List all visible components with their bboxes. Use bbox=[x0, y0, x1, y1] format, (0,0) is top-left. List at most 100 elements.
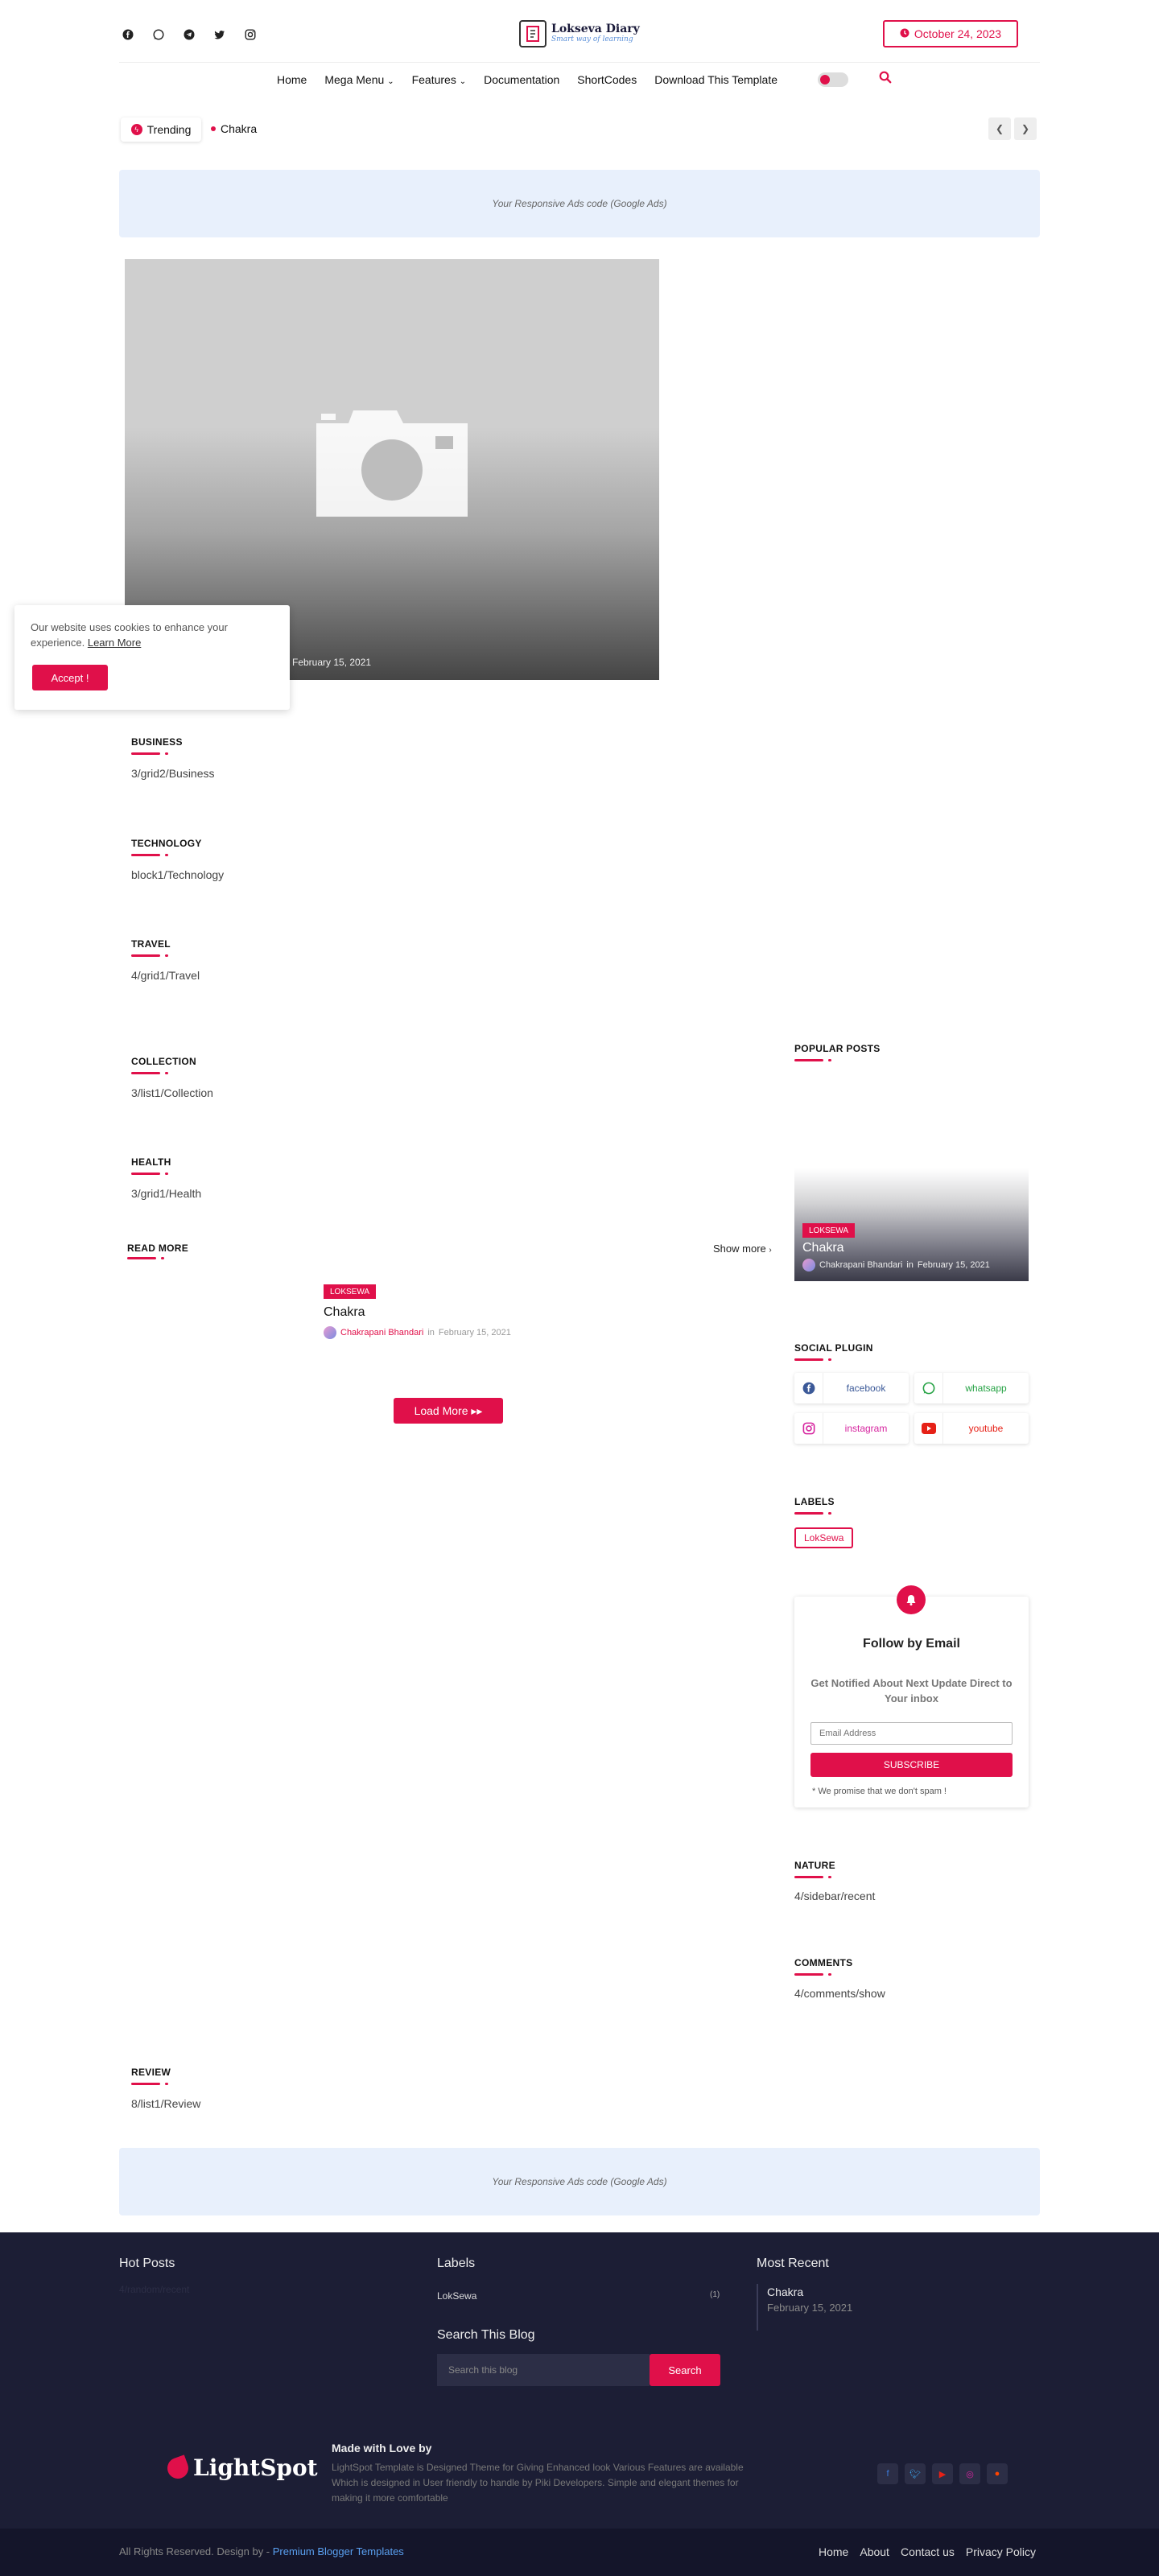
trending-label: Trending bbox=[146, 123, 192, 136]
site-logo[interactable]: Lokseva Diary Smart way of learning bbox=[519, 19, 640, 48]
search-icon[interactable] bbox=[879, 71, 892, 88]
section-underline bbox=[131, 1173, 168, 1175]
featured-date: February 15, 2021 bbox=[292, 657, 372, 668]
social-whatsapp-button[interactable]: whatsapp bbox=[914, 1373, 1029, 1403]
footer-label-item[interactable]: LokSewa bbox=[437, 2290, 476, 2302]
chevron-down-icon: ⌄ bbox=[387, 77, 394, 86]
avatar bbox=[324, 1326, 336, 1339]
footer-logo[interactable]: LightSpot bbox=[164, 2454, 318, 2482]
section-underline bbox=[131, 954, 168, 957]
telegram-icon[interactable] bbox=[180, 26, 198, 43]
footer-recent-post[interactable]: Chakra bbox=[767, 2285, 803, 2298]
social-instagram-button[interactable]: instagram bbox=[794, 1413, 909, 1444]
popular-posts-title: POPULAR POSTS bbox=[794, 1043, 881, 1054]
social-facebook-button[interactable]: facebook bbox=[794, 1373, 909, 1403]
nav-home[interactable]: Home bbox=[277, 73, 307, 86]
trending-item[interactable]: Chakra bbox=[211, 122, 257, 135]
nav-shortcodes[interactable]: ShortCodes bbox=[577, 73, 637, 86]
post-in: in bbox=[427, 1328, 435, 1337]
facebook-icon[interactable] bbox=[119, 26, 137, 43]
footer-search-input[interactable]: Search this blog bbox=[437, 2354, 650, 2386]
site-tagline: Smart way of learning bbox=[551, 35, 633, 43]
post-author[interactable]: Chakrapani Bhandari bbox=[340, 1328, 423, 1337]
bottom-links: Home About Contact us Privacy Policy bbox=[819, 2545, 1036, 2558]
ad-banner-bottom: Your Responsive Ads code (Google Ads) bbox=[119, 2148, 1040, 2215]
load-more-button[interactable]: Load More ▸▸ bbox=[394, 1398, 503, 1424]
section-title-review: REVIEW bbox=[131, 2067, 171, 2078]
facebook-icon[interactable]: f bbox=[877, 2463, 898, 2484]
section-underline bbox=[131, 1072, 168, 1074]
nav-documentation[interactable]: Documentation bbox=[484, 73, 559, 86]
ad-text: Your Responsive Ads code (Google Ads) bbox=[492, 198, 667, 209]
section-title-health: HEALTH bbox=[131, 1156, 171, 1168]
cookie-notice: Our website uses cookies to enhance your… bbox=[14, 605, 290, 710]
comments-title: COMMENTS bbox=[794, 1957, 853, 1968]
footer-recent-date: February 15, 2021 bbox=[767, 2302, 853, 2314]
subscribe-button[interactable]: SUBSCRIBE bbox=[810, 1753, 1013, 1777]
ad-banner-top: Your Responsive Ads code (Google Ads) bbox=[119, 170, 1040, 237]
dark-mode-toggle[interactable] bbox=[818, 72, 848, 87]
footer-search-button[interactable]: Search bbox=[650, 2354, 720, 2386]
youtube-icon bbox=[914, 1413, 943, 1444]
trending-arrows: ❮ ❯ bbox=[988, 117, 1037, 140]
cookie-accept-button[interactable]: Accept ! bbox=[32, 665, 108, 690]
nav-mega-menu[interactable]: Mega Menu ⌄ bbox=[324, 73, 394, 86]
show-more-link[interactable]: Show more › bbox=[713, 1243, 772, 1255]
social-youtube-label: youtube bbox=[968, 1423, 1004, 1434]
post-category-tag[interactable]: LOKSEWA bbox=[324, 1284, 377, 1299]
post-meta: Chakrapani Bhandari in February 15, 2021 bbox=[324, 1326, 511, 1339]
popular-post-title[interactable]: Chakra bbox=[802, 1241, 844, 1255]
ad-text: Your Responsive Ads code (Google Ads) bbox=[492, 2176, 667, 2187]
site-title: Lokseva Diary bbox=[551, 23, 640, 35]
copyright-text: All Rights Reserved. Design by - bbox=[119, 2545, 273, 2557]
clock-icon bbox=[900, 27, 909, 40]
instagram-icon[interactable] bbox=[241, 26, 259, 43]
footer-labels-title: Labels bbox=[437, 2257, 476, 2270]
twitter-icon[interactable] bbox=[211, 26, 229, 43]
section-text-collection: 3/list1/Collection bbox=[131, 1086, 213, 1099]
section-title-collection: COLLECTION bbox=[131, 1056, 196, 1067]
chevron-right-icon[interactable]: ❯ bbox=[1014, 117, 1037, 140]
footer-hot-posts-text: 4/random/recent bbox=[119, 2284, 190, 2295]
trending-badge: ϟ Trending bbox=[121, 117, 201, 142]
read-more-title: READ MORE bbox=[127, 1243, 189, 1254]
twitter-icon[interactable]: 🐦︎ bbox=[905, 2463, 926, 2484]
section-underline bbox=[794, 1059, 831, 1061]
section-underline bbox=[794, 1358, 831, 1361]
popular-post-author[interactable]: Chakrapani Bhandari bbox=[819, 1260, 902, 1270]
avatar bbox=[802, 1259, 815, 1272]
youtube-icon[interactable]: ▶ bbox=[932, 2463, 953, 2484]
bottom-link-home[interactable]: Home bbox=[819, 2545, 848, 2558]
recent-divider bbox=[757, 2284, 758, 2331]
social-plugin-title: SOCIAL PLUGIN bbox=[794, 1342, 873, 1354]
chevron-left-icon[interactable]: ❮ bbox=[988, 117, 1011, 140]
popular-post-tag[interactable]: LOKSEWA bbox=[802, 1223, 856, 1238]
social-youtube-button[interactable]: youtube bbox=[914, 1413, 1029, 1444]
header-social-links bbox=[119, 26, 259, 43]
instagram-icon bbox=[794, 1413, 823, 1444]
social-whatsapp-label: whatsapp bbox=[965, 1383, 1007, 1394]
whatsapp-icon[interactable] bbox=[150, 26, 167, 43]
footer-brand: LightSpot bbox=[193, 2454, 318, 2481]
post-title[interactable]: Chakra bbox=[324, 1305, 365, 1320]
reddit-icon[interactable]: ● bbox=[987, 2463, 1008, 2484]
section-underline bbox=[131, 2083, 168, 2085]
bottom-link-contact[interactable]: Contact us bbox=[901, 2545, 955, 2558]
nav-download[interactable]: Download This Template bbox=[654, 73, 777, 86]
label-chip-loksewa[interactable]: LokSewa bbox=[794, 1527, 854, 1548]
made-with-love-title: Made with Love by bbox=[332, 2442, 432, 2454]
bottom-link-about[interactable]: About bbox=[860, 2545, 889, 2558]
bottom-link-privacy[interactable]: Privacy Policy bbox=[966, 2545, 1036, 2558]
email-field[interactable] bbox=[810, 1722, 1013, 1745]
cookie-learn-more[interactable]: Learn More bbox=[88, 637, 141, 649]
popular-post-meta: Chakrapani Bhandari in February 15, 2021 bbox=[802, 1259, 990, 1272]
nav-features[interactable]: Features ⌄ bbox=[412, 73, 467, 86]
section-underline bbox=[794, 1973, 831, 1976]
copyright-link[interactable]: Premium Blogger Templates bbox=[273, 2545, 404, 2557]
instagram-icon[interactable]: ◎ bbox=[959, 2463, 980, 2484]
footer-search-title: Search This Blog bbox=[437, 2328, 535, 2342]
popular-post-card[interactable]: LOKSEWA Chakra Chakrapani Bhandari in Fe… bbox=[794, 1168, 1029, 1281]
chevron-right-icon: › bbox=[769, 1246, 772, 1255]
show-more-label: Show more bbox=[713, 1243, 766, 1255]
section-title-travel: TRAVEL bbox=[131, 938, 171, 950]
